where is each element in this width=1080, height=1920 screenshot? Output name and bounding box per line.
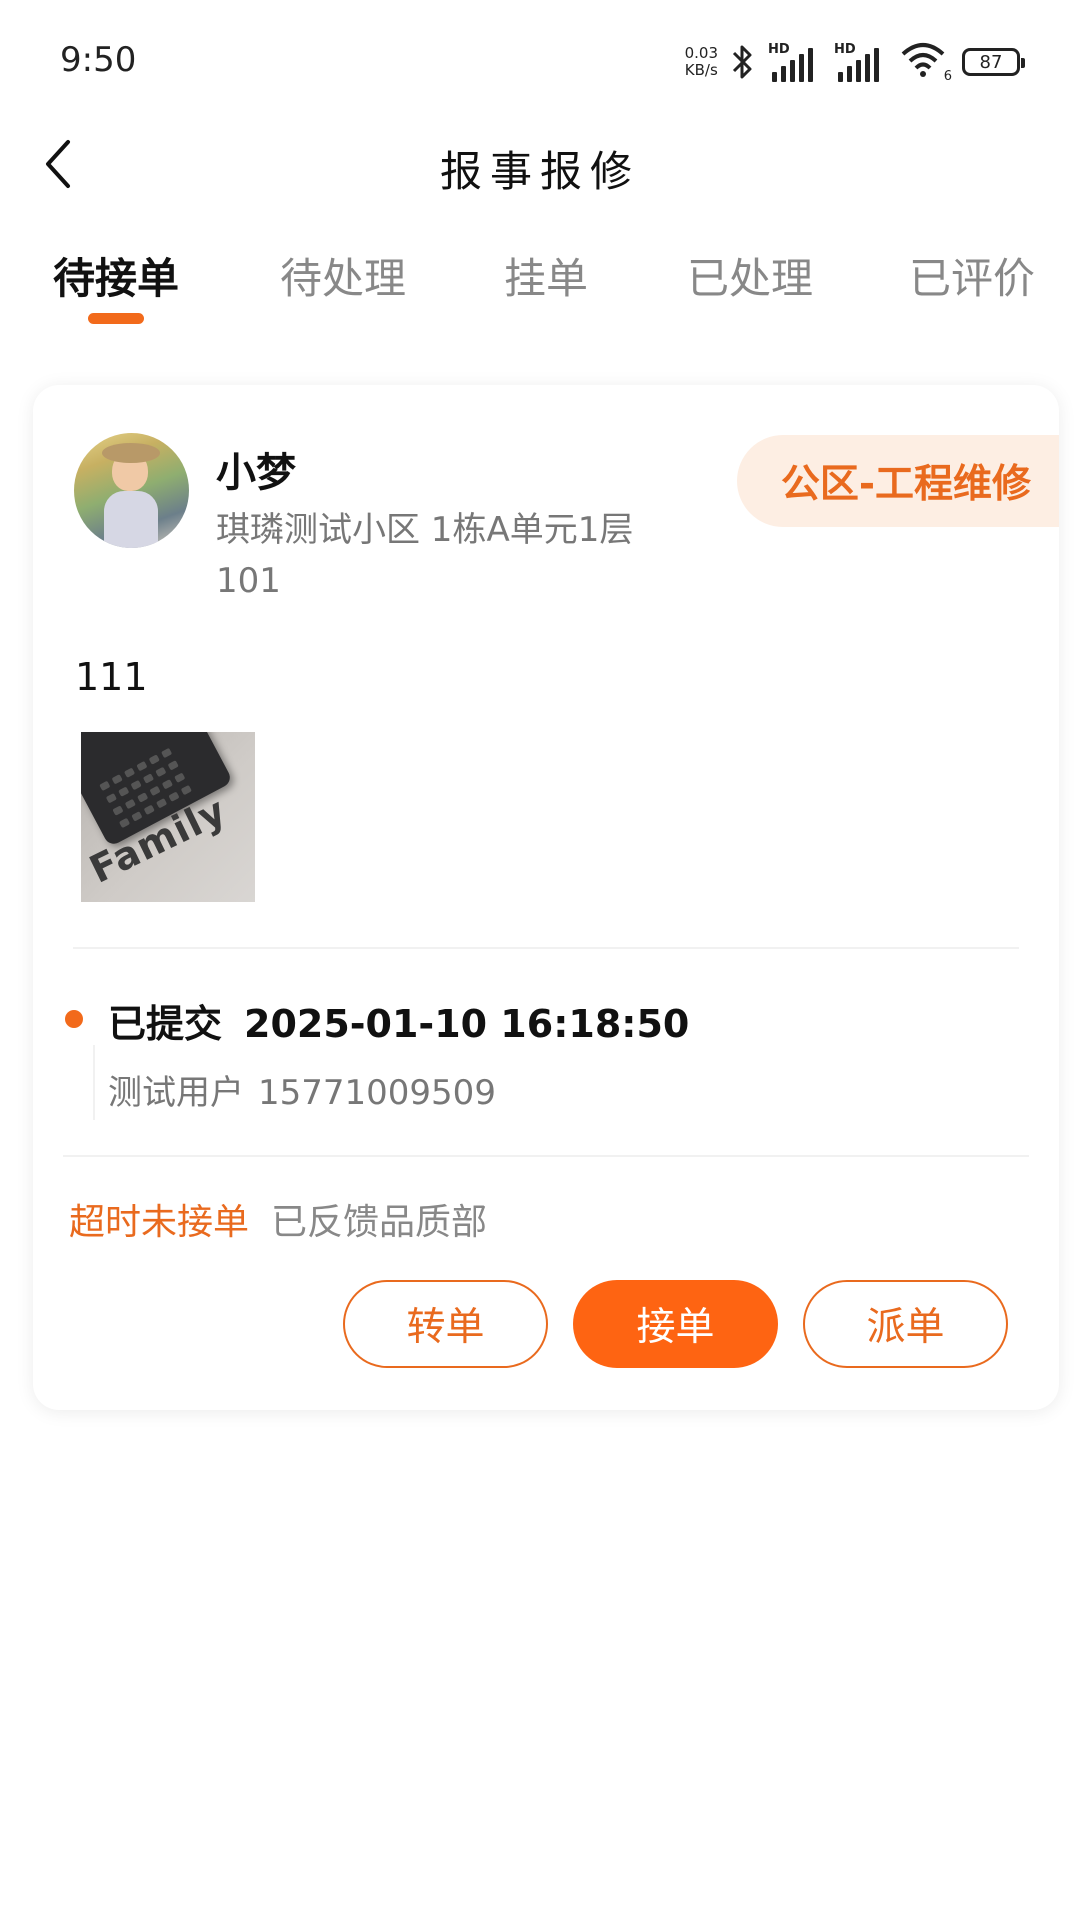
signal-icon: HD <box>834 42 888 82</box>
tab-processed[interactable]: 已处理 <box>687 245 813 306</box>
order-description: 111 <box>75 655 148 699</box>
timeline-status-label: 已提交 <box>108 1002 223 1046</box>
page-title: 报事报修 <box>439 147 640 196</box>
avatar <box>74 433 189 548</box>
overdue-status: 超时未接单 <box>69 1202 250 1243</box>
status-bar: 9:50 0.03 KB/s HD HD 6 87 <box>0 0 1080 110</box>
header: 报事报修 <box>0 110 1080 220</box>
tab-pending-accept[interactable]: 待接单 <box>53 245 179 306</box>
timeline-status: 已提交 2025-01-10 16:18:50 <box>108 993 711 1048</box>
attachment-thumbnail[interactable]: Family <box>81 732 255 902</box>
feedback-status: 已反馈品质部 <box>271 1202 488 1243</box>
status-time: 9:50 <box>60 40 137 80</box>
tab-on-hold[interactable]: 挂单 <box>504 245 588 306</box>
accept-button[interactable]: 接单 <box>573 1280 778 1368</box>
tab-pending-process[interactable]: 待处理 <box>280 245 406 306</box>
transfer-button[interactable]: 转单 <box>343 1280 548 1368</box>
status-icons: 0.03 KB/s HD HD 6 87 <box>684 38 1025 86</box>
signal-icon: HD <box>768 42 822 82</box>
timeline-dot <box>65 1010 83 1028</box>
network-speed: 0.03 KB/s <box>684 44 718 79</box>
tab-bar: 待接单 待处理 挂单 已处理 已评价 <box>0 235 1080 330</box>
timeline-user-name: 测试用户 <box>108 1073 244 1113</box>
user-address: 琪璘测试小区 1栋A单元1层101 <box>216 510 634 601</box>
timeline-user: 测试用户 15771009509 <box>108 1065 510 1114</box>
bluetooth-icon <box>732 45 752 79</box>
tab-active-indicator <box>88 313 144 324</box>
timeline-line <box>93 1045 95 1120</box>
timeline-time: 2025-01-10 16:18:50 <box>244 1002 690 1046</box>
dispatch-button[interactable]: 派单 <box>803 1280 1008 1368</box>
tab-reviewed[interactable]: 已评价 <box>909 245 1035 306</box>
order-card[interactable]: 小梦 琪璘测试小区 1栋A单元1层101 公区-工程维修 111 Family … <box>33 385 1059 1410</box>
battery-icon: 87 <box>962 48 1025 76</box>
timeline-user-phone: 15771009509 <box>258 1073 496 1113</box>
divider <box>63 1155 1029 1157</box>
category-badge: 公区-工程维修 <box>736 435 1059 527</box>
wifi-icon: 6 <box>900 42 952 84</box>
user-name: 小梦 <box>216 450 296 496</box>
divider <box>73 947 1019 949</box>
